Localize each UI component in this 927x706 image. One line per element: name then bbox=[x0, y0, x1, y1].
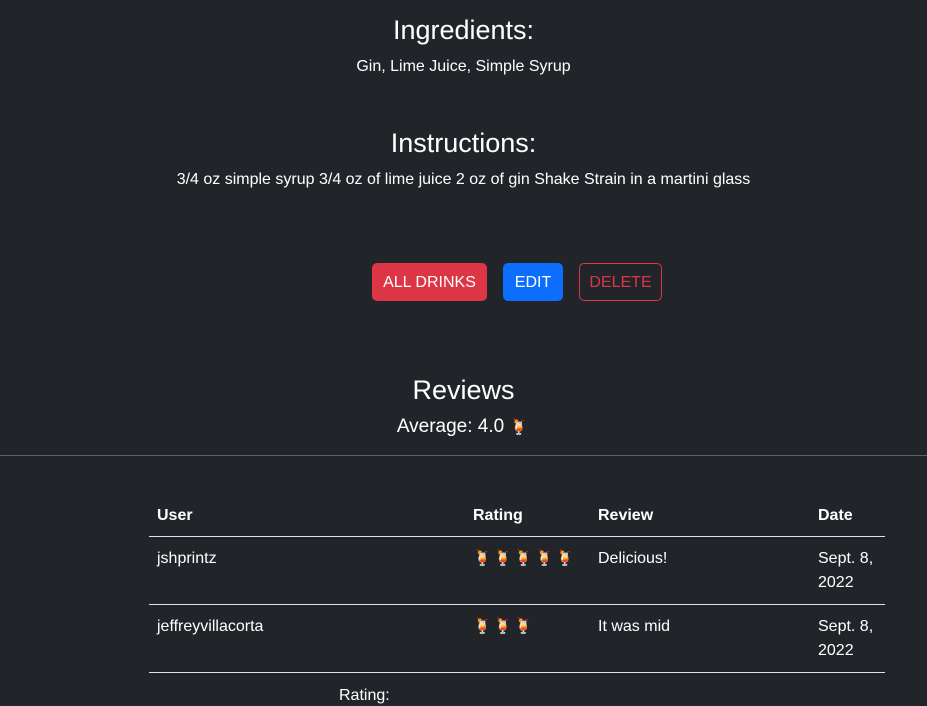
cocktail-icon: 🍹 bbox=[509, 419, 531, 436]
table-row: jshprintz 🍹🍹🍹🍹🍹 Delicious! Sept. 8, 2022 bbox=[149, 536, 885, 605]
table-row: jeffreyvillacorta 🍹🍹🍹 It was mid Sept. 8… bbox=[149, 604, 885, 673]
instructions-text: 3/4 oz simple syrup 3/4 oz of lime juice… bbox=[176, 171, 751, 188]
review-date: Sept. 8, 2022 bbox=[810, 604, 885, 673]
reviews-heading: Reviews bbox=[412, 375, 515, 405]
review-user: jshprintz bbox=[149, 536, 465, 605]
drink-detail-page: Ingredients: Gin, Lime Juice, Simple Syr… bbox=[0, 0, 927, 706]
reviews-table: User Rating Review Date jshprintz 🍹🍹🍹🍹🍹 … bbox=[149, 497, 885, 673]
review-date-line1: Sept. 8, bbox=[818, 550, 874, 567]
review-form-rating-label: Rating: bbox=[339, 687, 390, 704]
review-date-line1: Sept. 8, bbox=[818, 618, 874, 635]
ingredients-section: Ingredients: bbox=[0, 14, 927, 46]
instructions-section: Instructions: bbox=[0, 127, 927, 159]
reviews-section: Reviews bbox=[0, 374, 927, 406]
instructions-heading: Instructions: bbox=[390, 128, 537, 158]
edit-button[interactable]: EDIT bbox=[503, 263, 563, 301]
delete-button[interactable]: DELETE bbox=[579, 263, 662, 301]
table-header-row: User Rating Review Date bbox=[149, 497, 885, 537]
column-header-date: Date bbox=[810, 497, 885, 537]
ingredients-heading: Ingredients: bbox=[392, 15, 535, 45]
review-date-line2: 2022 bbox=[818, 574, 854, 591]
column-header-rating: Rating bbox=[465, 497, 590, 537]
review-text: It was mid bbox=[590, 604, 810, 673]
review-date-line2: 2022 bbox=[818, 642, 854, 659]
average-rating: Average: 4.0 🍹 bbox=[0, 415, 927, 440]
ingredients-text: Gin, Lime Juice, Simple Syrup bbox=[356, 58, 571, 75]
review-date: Sept. 8, 2022 bbox=[810, 536, 885, 605]
review-rating-icons: 🍹🍹🍹🍹🍹 bbox=[465, 536, 590, 605]
column-header-user: User bbox=[149, 497, 465, 537]
divider bbox=[0, 455, 927, 456]
average-label: Average: 4.0 bbox=[396, 416, 505, 437]
review-text: Delicious! bbox=[590, 536, 810, 605]
column-header-review: Review bbox=[590, 497, 810, 537]
all-drinks-button[interactable]: ALL DRINKS bbox=[372, 263, 487, 301]
review-rating-icons: 🍹🍹🍹 bbox=[465, 604, 590, 673]
review-user: jeffreyvillacorta bbox=[149, 604, 465, 673]
